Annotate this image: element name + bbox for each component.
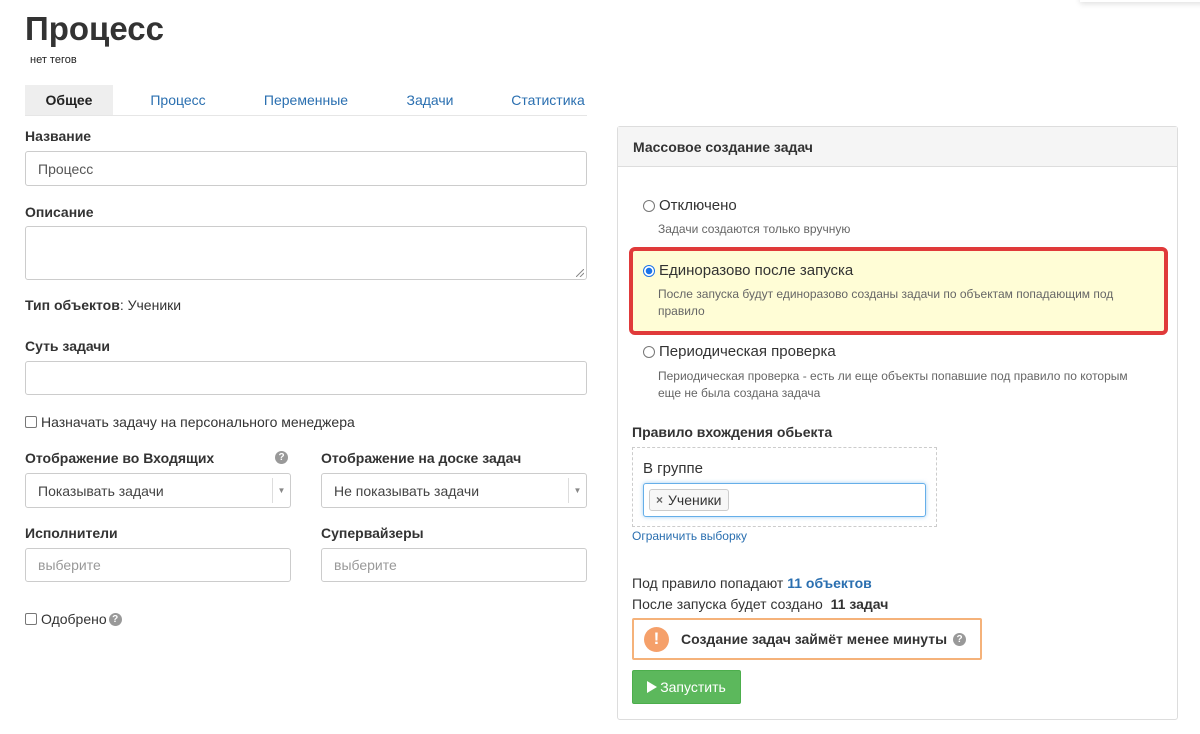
executors-input[interactable]: выберите xyxy=(25,548,291,582)
approved-label: Одобрено xyxy=(41,611,107,627)
close-icon[interactable]: × xyxy=(656,493,663,507)
limit-selection-link[interactable]: Ограничить выборку xyxy=(632,529,747,543)
tab-variables[interactable]: Переменные xyxy=(251,85,361,115)
tags-label[interactable]: нет тегов xyxy=(30,54,77,66)
inbox-display-label: Отображение во Входящих xyxy=(25,450,215,466)
option-once[interactable]: Единоразово после запуска xyxy=(643,262,853,279)
object-type: Тип объектов: Ученики xyxy=(25,297,181,313)
supervisors-placeholder: выберите xyxy=(334,557,397,573)
supervisors-input[interactable]: выберите xyxy=(321,548,587,582)
option-periodic-desc: Периодическая проверка - есть ли еще объ… xyxy=(658,369,1128,400)
option-periodic[interactable]: Периодическая проверка xyxy=(643,343,836,360)
option-disabled-title: Отключено xyxy=(659,197,737,214)
approved-row: Одобрено ? xyxy=(25,611,122,627)
approved-checkbox[interactable] xyxy=(25,613,37,625)
rule-chip-label: Ученики xyxy=(668,492,722,508)
rule-group-label: В группе xyxy=(643,460,703,477)
description-label: Описание xyxy=(25,204,94,220)
window-edge-shadow xyxy=(1080,0,1200,2)
option-periodic-radio[interactable] xyxy=(643,345,655,358)
tab-statistics[interactable]: Статистика xyxy=(499,85,597,115)
option-once-title: Единоразово после запуска xyxy=(659,262,854,279)
created-value: 11 задач xyxy=(830,596,889,612)
tab-process[interactable]: Процесс xyxy=(129,85,227,115)
play-icon xyxy=(647,681,658,693)
supervisors-label: Супервайзеры xyxy=(321,525,424,541)
name-label: Название xyxy=(25,128,92,144)
run-button-label: Запустить xyxy=(660,679,726,695)
name-input[interactable]: Процесс xyxy=(25,151,587,186)
matched-value-link[interactable]: 11 объектов xyxy=(787,575,872,591)
description-textarea[interactable] xyxy=(25,226,587,280)
object-type-label: Тип объектов xyxy=(25,297,120,313)
inbox-display-value: Показывать задачи xyxy=(38,482,164,499)
tab-bar: Общее Процесс Переменные Задачи Статисти… xyxy=(25,85,587,116)
help-icon[interactable]: ? xyxy=(275,451,288,464)
rule-chip: × Ученики xyxy=(649,489,729,511)
task-essence-input[interactable] xyxy=(25,361,587,395)
option-once-desc: После запуска будут единоразово созданы … xyxy=(658,287,1114,318)
executors-placeholder: выберите xyxy=(38,557,101,573)
board-display-label: Отображение на доске задач xyxy=(321,450,522,466)
created-info: После запуска будет создано 11 задач xyxy=(632,596,888,612)
warning-box: ! Создание задач займёт менее минуты ? xyxy=(632,618,982,660)
board-display-value: Не показывать задачи xyxy=(334,482,480,499)
option-once-radio[interactable] xyxy=(643,264,655,277)
assign-manager-label: Назначать задачу на персонального менедж… xyxy=(41,414,355,430)
assign-manager-row: Назначать задачу на персонального менедж… xyxy=(25,414,355,430)
chevron-down-icon: ▼ xyxy=(272,478,290,503)
inbox-display-select[interactable]: Показывать задачи ▼ xyxy=(25,473,291,508)
warning-text: Создание задач займёт менее минуты xyxy=(681,631,948,647)
matched-prefix: Под правило попадают xyxy=(632,575,784,591)
assign-manager-checkbox[interactable] xyxy=(25,416,37,428)
option-disabled-radio[interactable] xyxy=(643,199,655,212)
board-display-select[interactable]: Не показывать задачи ▼ xyxy=(321,473,587,508)
object-type-value: : Ученики xyxy=(119,297,182,313)
tab-general[interactable]: Общее xyxy=(25,85,113,115)
created-prefix: После запуска будет создано xyxy=(632,596,823,612)
option-periodic-title: Периодическая проверка xyxy=(659,343,836,360)
resize-grip-icon[interactable] xyxy=(576,269,584,277)
rule-label: Правило вхождения обьекта xyxy=(632,424,833,440)
mass-creation-header: Массовое создание задач xyxy=(618,127,1177,167)
option-disabled-desc: Задачи создаются только вручную xyxy=(658,222,851,236)
chevron-down-icon: ▼ xyxy=(568,478,586,503)
executors-label: Исполнители xyxy=(25,525,118,541)
help-icon[interactable]: ? xyxy=(108,612,122,626)
page-title: Процесс xyxy=(25,10,164,47)
exclamation-icon: ! xyxy=(644,626,669,652)
tab-tasks[interactable]: Задачи xyxy=(395,85,465,115)
help-icon[interactable]: ? xyxy=(953,632,967,646)
matched-info: Под правило попадают 11 объектов xyxy=(632,575,872,591)
task-essence-label: Суть задачи xyxy=(25,338,111,354)
option-disabled[interactable]: Отключено xyxy=(643,197,737,214)
name-value: Процесс xyxy=(38,160,94,177)
run-button[interactable]: Запустить xyxy=(632,670,741,704)
